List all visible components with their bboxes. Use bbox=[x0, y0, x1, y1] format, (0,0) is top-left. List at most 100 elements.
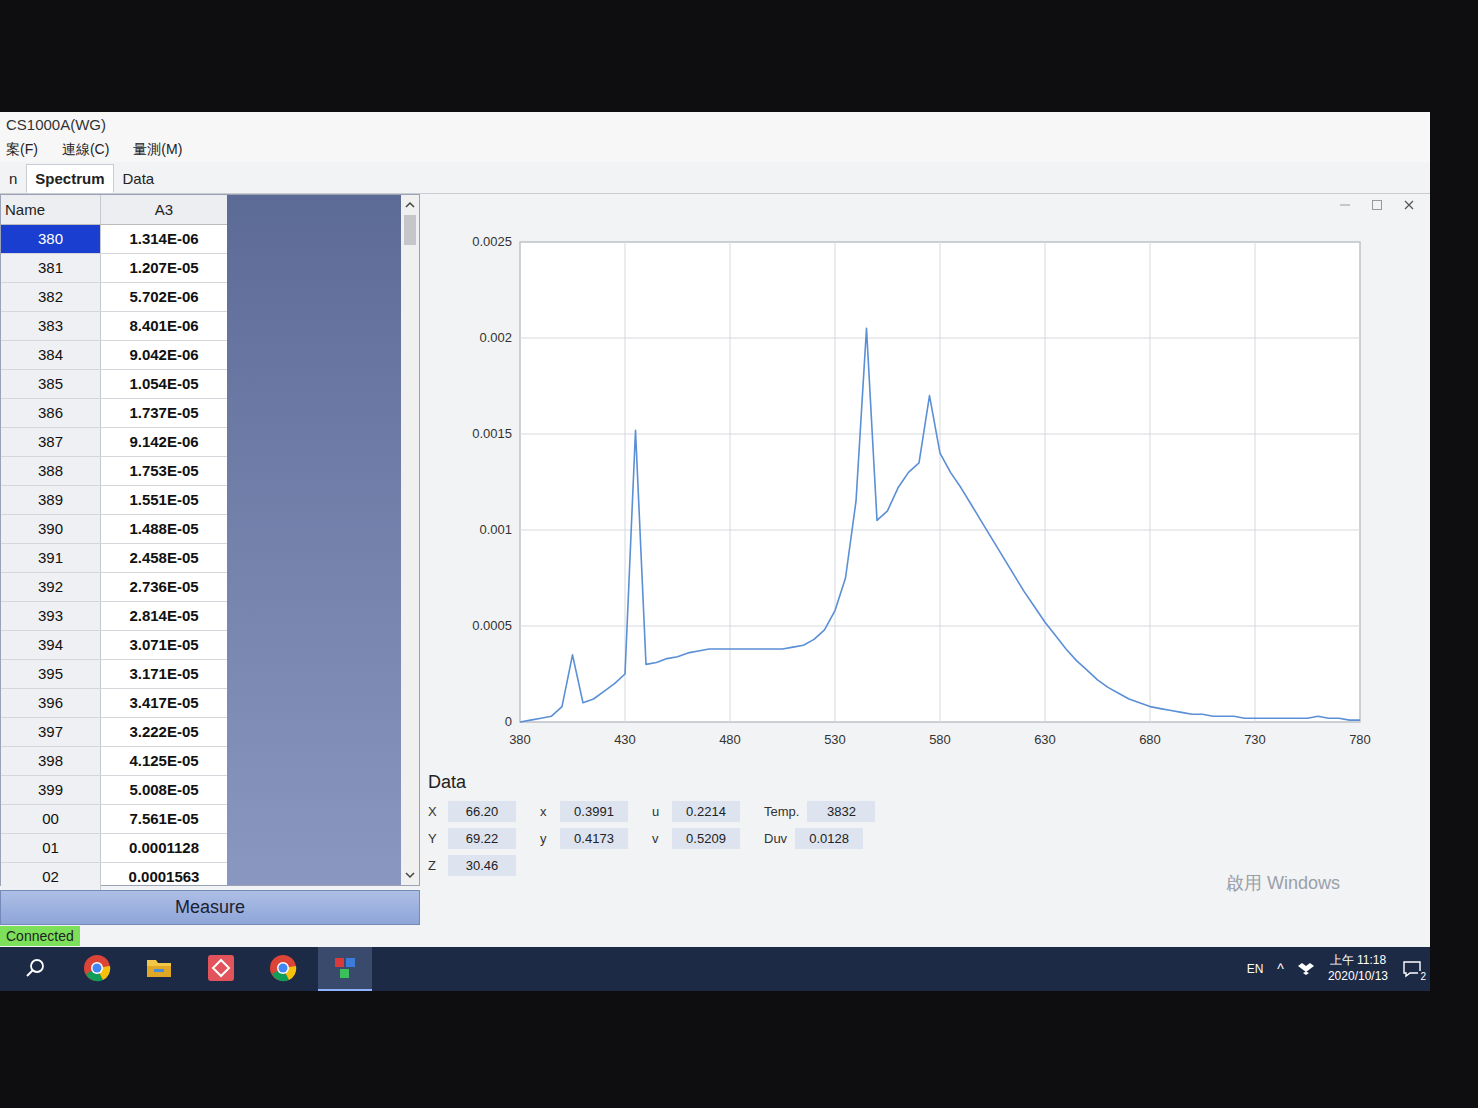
field-value[interactable]: 66.20 bbox=[448, 801, 516, 822]
table-row[interactable]: 010.0001128 bbox=[1, 834, 227, 863]
table-row[interactable]: 020.0001563 bbox=[1, 863, 227, 892]
table-row[interactable]: 3851.054E-05 bbox=[1, 370, 227, 399]
field-value[interactable]: 30.46 bbox=[448, 855, 516, 876]
row-value-cell[interactable]: 1.737E-05 bbox=[101, 399, 227, 427]
row-value-cell[interactable]: 1.054E-05 bbox=[101, 370, 227, 398]
table-row[interactable]: 3901.488E-05 bbox=[1, 515, 227, 544]
table-row[interactable]: 3984.125E-05 bbox=[1, 747, 227, 776]
table-row[interactable]: 3953.171E-05 bbox=[1, 660, 227, 689]
tab[interactable]: n bbox=[0, 164, 26, 193]
field-value[interactable]: 0.3991 bbox=[560, 801, 628, 822]
row-value-cell[interactable]: 3.171E-05 bbox=[101, 660, 227, 688]
table-row[interactable]: 3943.071E-05 bbox=[1, 631, 227, 660]
row-name-cell[interactable]: 389 bbox=[1, 486, 101, 514]
tray-expand[interactable]: ^ bbox=[1277, 961, 1284, 977]
row-value-cell[interactable]: 3.417E-05 bbox=[101, 689, 227, 717]
taskbar-app[interactable] bbox=[318, 947, 372, 991]
maximize-icon[interactable] bbox=[1370, 198, 1384, 212]
row-value-cell[interactable]: 3.222E-05 bbox=[101, 718, 227, 746]
dropbox-icon[interactable] bbox=[1298, 962, 1314, 976]
minimize-icon[interactable] bbox=[1338, 198, 1352, 212]
row-name-cell[interactable]: 391 bbox=[1, 544, 101, 572]
measure-button[interactable]: Measure bbox=[0, 890, 420, 925]
row-name-cell[interactable]: 399 bbox=[1, 776, 101, 804]
table-row[interactable]: 3922.736E-05 bbox=[1, 573, 227, 602]
row-value-cell[interactable]: 8.401E-06 bbox=[101, 312, 227, 340]
table-row[interactable]: 3801.314E-06 bbox=[1, 225, 227, 254]
close-icon[interactable] bbox=[1402, 198, 1416, 212]
table-row[interactable]: 3932.814E-05 bbox=[1, 602, 227, 631]
row-value-cell[interactable]: 2.458E-05 bbox=[101, 544, 227, 572]
row-name-cell[interactable]: 383 bbox=[1, 312, 101, 340]
color-app-icon[interactable] bbox=[331, 954, 359, 982]
row-name-cell[interactable]: 396 bbox=[1, 689, 101, 717]
row-name-cell[interactable]: 388 bbox=[1, 457, 101, 485]
row-name-cell[interactable]: 381 bbox=[1, 254, 101, 282]
row-name-cell[interactable]: 390 bbox=[1, 515, 101, 543]
table-row[interactable]: 3912.458E-05 bbox=[1, 544, 227, 573]
row-value-cell[interactable]: 9.142E-06 bbox=[101, 428, 227, 456]
row-value-cell[interactable]: 4.125E-05 bbox=[101, 747, 227, 775]
row-name-cell[interactable]: 382 bbox=[1, 283, 101, 311]
field-value[interactable]: 0.4173 bbox=[560, 828, 628, 849]
row-value-cell[interactable]: 1.314E-06 bbox=[101, 225, 227, 253]
chrome-icon[interactable] bbox=[83, 954, 111, 982]
scroll-down-icon[interactable] bbox=[402, 867, 418, 883]
clock[interactable]: 上午 11:182020/10/13 bbox=[1328, 953, 1388, 984]
row-name-cell[interactable]: 395 bbox=[1, 660, 101, 688]
chrome-icon[interactable] bbox=[269, 954, 297, 982]
language-indicator[interactable]: EN bbox=[1247, 962, 1264, 976]
row-name-cell[interactable]: 387 bbox=[1, 428, 101, 456]
row-name-cell[interactable]: 384 bbox=[1, 341, 101, 369]
table-row[interactable]: 3879.142E-06 bbox=[1, 428, 227, 457]
tab[interactable]: Spectrum bbox=[26, 164, 113, 193]
row-value-cell[interactable]: 0.0001563 bbox=[101, 863, 227, 891]
row-name-cell[interactable]: 00 bbox=[1, 805, 101, 833]
table-row[interactable]: 3825.702E-06 bbox=[1, 283, 227, 312]
row-value-cell[interactable]: 5.008E-05 bbox=[101, 776, 227, 804]
table-row[interactable]: 3849.042E-06 bbox=[1, 341, 227, 370]
folder-icon[interactable] bbox=[145, 956, 173, 980]
row-name-cell[interactable]: 397 bbox=[1, 718, 101, 746]
row-value-cell[interactable]: 3.071E-05 bbox=[101, 631, 227, 659]
row-name-cell[interactable]: 385 bbox=[1, 370, 101, 398]
taskbar-app[interactable] bbox=[256, 947, 310, 991]
row-value-cell[interactable]: 1.207E-05 bbox=[101, 254, 227, 282]
tab[interactable]: Data bbox=[114, 164, 164, 193]
taskbar-app[interactable] bbox=[194, 947, 248, 991]
row-value-cell[interactable]: 1.551E-05 bbox=[101, 486, 227, 514]
field-value[interactable]: 69.22 bbox=[448, 828, 516, 849]
table-row[interactable]: 3995.008E-05 bbox=[1, 776, 227, 805]
notification-button[interactable]: 2 bbox=[1402, 960, 1422, 978]
table-row[interactable]: 3811.207E-05 bbox=[1, 254, 227, 283]
table-row[interactable]: 3973.222E-05 bbox=[1, 718, 227, 747]
menu-item[interactable]: 案(F) bbox=[6, 141, 38, 159]
row-name-cell[interactable]: 01 bbox=[1, 834, 101, 862]
row-value-cell[interactable]: 2.814E-05 bbox=[101, 602, 227, 630]
row-name-cell[interactable]: 398 bbox=[1, 747, 101, 775]
search-icon[interactable] bbox=[23, 956, 47, 980]
field-value[interactable]: 0.5209 bbox=[672, 828, 740, 849]
row-value-cell[interactable]: 2.736E-05 bbox=[101, 573, 227, 601]
table-row[interactable]: 3881.753E-05 bbox=[1, 457, 227, 486]
row-name-cell[interactable]: 02 bbox=[1, 863, 101, 891]
row-name-cell[interactable]: 392 bbox=[1, 573, 101, 601]
row-name-cell[interactable]: 380 bbox=[1, 225, 101, 253]
scroll-thumb[interactable] bbox=[404, 215, 416, 245]
row-value-cell[interactable]: 1.488E-05 bbox=[101, 515, 227, 543]
field-value[interactable]: 0.2214 bbox=[672, 801, 740, 822]
table-row[interactable]: 007.561E-05 bbox=[1, 805, 227, 834]
taskbar-app[interactable] bbox=[132, 947, 186, 991]
scrollbar[interactable] bbox=[401, 195, 419, 885]
table-row[interactable]: 3861.737E-05 bbox=[1, 399, 227, 428]
row-value-cell[interactable]: 0.0001128 bbox=[101, 834, 227, 862]
field-value[interactable]: 0.0128 bbox=[795, 828, 863, 849]
scroll-up-icon[interactable] bbox=[402, 197, 418, 213]
row-name-cell[interactable]: 394 bbox=[1, 631, 101, 659]
column-header[interactable]: Name bbox=[1, 195, 101, 224]
column-header[interactable]: A3 bbox=[101, 195, 227, 224]
red-app-icon[interactable] bbox=[207, 954, 235, 982]
row-name-cell[interactable]: 393 bbox=[1, 602, 101, 630]
taskbar-app[interactable] bbox=[8, 947, 62, 991]
row-value-cell[interactable]: 1.753E-05 bbox=[101, 457, 227, 485]
